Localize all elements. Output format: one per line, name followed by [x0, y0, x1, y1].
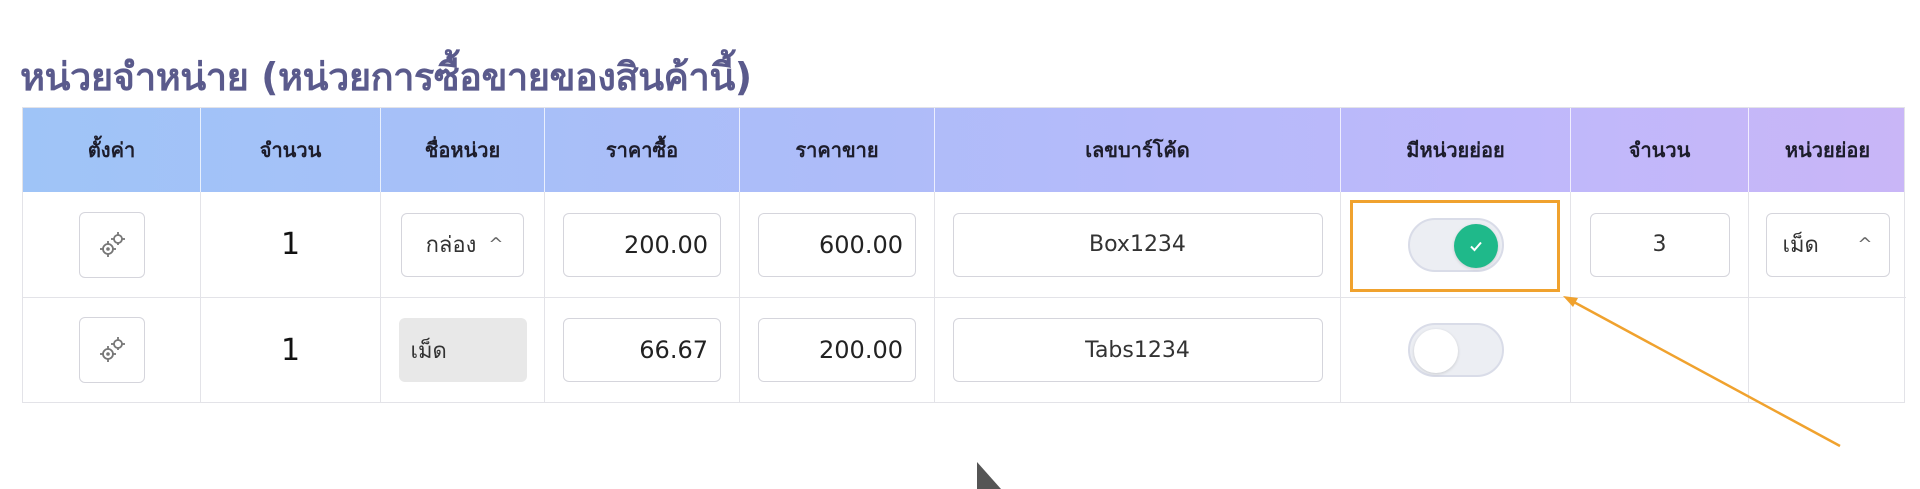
mouse-cursor-icon [977, 462, 1001, 489]
arrow-annotation [1563, 296, 1841, 448]
